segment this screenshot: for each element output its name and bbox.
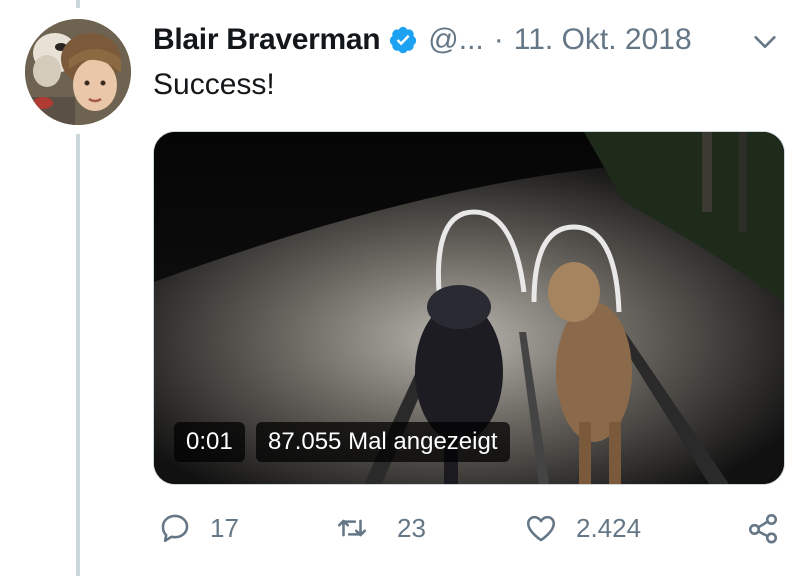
like-button[interactable]: 2.424 [524,506,641,550]
tweet-text: Success! [153,68,275,101]
like-icon [526,515,556,542]
retweet-button[interactable]: 23 [335,506,426,550]
tweet-date[interactable]: 11. Okt. 2018 [514,23,692,57]
reply-button[interactable]: 17 [158,506,239,550]
verified-badge-icon [390,26,417,54]
thread-line-top [76,0,80,8]
share-icon [748,513,778,544]
video-timestamp: 0:01 [174,422,245,462]
share-button[interactable] [746,506,780,550]
reply-icon [161,514,189,543]
reply-count: 17 [210,512,239,543]
tweet-actions: 17 23 2.424 [0,506,800,550]
author-handle[interactable]: @... [428,23,483,57]
separator-dot: · [493,23,504,56]
like-count: 2.424 [576,512,642,543]
tweet-header: Blair Braverman @... · 11. Okt. 2018 [153,20,692,60]
retweet-count: 23 [397,512,426,543]
view-count: 87.055 Mal angezeigt [256,422,510,462]
author-name[interactable]: Blair Braverman [153,23,381,57]
chevron-down-icon[interactable] [751,28,779,56]
avatar[interactable] [25,19,131,125]
retweet-icon [337,519,367,537]
